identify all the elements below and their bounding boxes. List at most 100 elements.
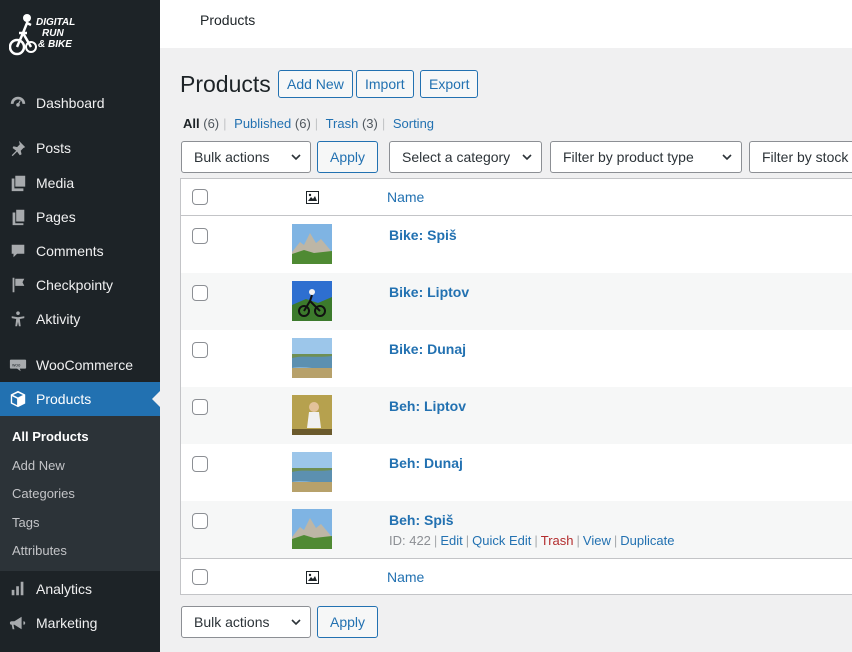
- submenu-all-products[interactable]: All Products: [0, 425, 160, 454]
- table-row: Beh: Liptov: [181, 387, 852, 444]
- digital-run-bike-logo[interactable]: DIGITAL RUN & BIKE: [9, 11, 79, 57]
- view-published-count: (6): [294, 116, 311, 131]
- product-name-link[interactable]: Beh: Spiš: [389, 512, 454, 528]
- apply-button-bottom[interactable]: Apply: [317, 606, 379, 638]
- view-all-link[interactable]: All: [183, 116, 200, 131]
- submenu-tags[interactable]: Tags: [0, 511, 160, 540]
- product-name-link[interactable]: Bike: Liptov: [389, 284, 469, 300]
- product-name-link[interactable]: Beh: Dunaj: [389, 455, 463, 471]
- table-footer: Name: [181, 558, 852, 595]
- row-checkbox[interactable]: [192, 285, 208, 301]
- comment-icon: [8, 241, 28, 261]
- product-name-link[interactable]: Beh: Liptov: [389, 398, 466, 414]
- row-action-separator: |: [433, 533, 438, 548]
- select-all-checkbox-footer[interactable]: [192, 569, 208, 585]
- pin-icon: [8, 138, 28, 158]
- river-photo[interactable]: [292, 452, 332, 492]
- select-all-checkbox[interactable]: [192, 189, 208, 205]
- row-checkbox[interactable]: [192, 399, 208, 415]
- products-submenu: All Products Add New Categories Tags Att…: [0, 416, 160, 571]
- stock-status-filter-select[interactable]: Filter by stock status: [749, 141, 852, 173]
- product-name-link[interactable]: Bike: Dunaj: [389, 341, 466, 357]
- row-checkbox[interactable]: [192, 513, 208, 529]
- duplicate-link[interactable]: Duplicate: [620, 533, 674, 548]
- products-table: Name Bike: Spiš Bike: Liptov Bike: Dunaj…: [180, 178, 852, 595]
- table-row: Bike: Liptov: [181, 273, 852, 330]
- apply-button-top[interactable]: Apply: [317, 141, 379, 173]
- row-checkbox[interactable]: [192, 456, 208, 472]
- admin-sidebar: DIGITAL RUN & BIKE Dashboard Posts Media…: [0, 0, 160, 652]
- chevron-down-icon: [291, 619, 301, 626]
- name-column-header[interactable]: Name: [387, 189, 424, 205]
- view-trash-link[interactable]: Trash: [326, 116, 359, 131]
- svg-text:& BIKE: & BIKE: [38, 39, 72, 50]
- sidebar-item-label: Posts: [36, 140, 72, 156]
- sidebar-item-media[interactable]: Media: [0, 166, 160, 200]
- export-button[interactable]: Export: [420, 70, 479, 98]
- view-published-link[interactable]: Published: [234, 116, 291, 131]
- submenu-add-new[interactable]: Add New: [0, 454, 160, 483]
- mountain-photo[interactable]: [292, 224, 332, 264]
- row-checkbox[interactable]: [192, 228, 208, 244]
- top-header-bar: Products: [160, 0, 852, 48]
- flag-icon: [8, 275, 28, 295]
- sidebar-item-aktivity[interactable]: Aktivity: [0, 302, 160, 336]
- status-filter-links: All (6) | Published (6) | Trash (3) | Sorti…: [183, 116, 434, 131]
- submenu-attributes[interactable]: Attributes: [0, 539, 160, 568]
- svg-text:RUN: RUN: [42, 28, 64, 39]
- sidebar-item-marketing[interactable]: Marketing: [0, 606, 160, 640]
- name-column-footer[interactable]: Name: [387, 569, 424, 585]
- pages-icon: [8, 207, 28, 227]
- edit-link[interactable]: Edit: [440, 533, 462, 548]
- chart-icon: [8, 579, 28, 599]
- row-action-separator: |: [576, 533, 580, 548]
- row-action-separator: |: [534, 533, 538, 548]
- sidebar-item-woocommerce[interactable]: woo WooCommerce: [0, 348, 160, 382]
- sidebar-item-products[interactable]: Products: [0, 382, 160, 416]
- table-row: Bike: Dunaj: [181, 330, 852, 387]
- bulk-actions-select-top[interactable]: Bulk actions: [181, 141, 311, 173]
- sidebar-item-label: Media: [36, 175, 75, 191]
- dashboard-icon: [8, 93, 28, 113]
- row-action-separator: |: [613, 533, 618, 548]
- sidebar-item-label: Analytics: [36, 581, 93, 597]
- quick-edit-link[interactable]: Quick Edit: [472, 533, 531, 548]
- sidebar-item-pages[interactable]: Pages: [0, 200, 160, 234]
- sidebar-item-comments[interactable]: Comments: [0, 234, 160, 268]
- add-new-button[interactable]: Add New: [278, 70, 353, 98]
- sidebar-item-checkpointy[interactable]: Checkpointy: [0, 268, 160, 302]
- sidebar-item-label: WooCommerce: [36, 357, 133, 373]
- runner-photo[interactable]: [292, 395, 332, 435]
- mountain-photo[interactable]: [292, 509, 332, 549]
- product-name-link[interactable]: Bike: Spiš: [389, 227, 457, 243]
- stock-status-filter-value: Filter by stock status: [762, 149, 852, 165]
- view-link[interactable]: View: [583, 533, 611, 548]
- category-filter-select[interactable]: Select a category: [389, 141, 542, 173]
- row-actions: ID: 422 | Edit | Quick Edit | Trash | View | Dupli…: [389, 533, 674, 548]
- svg-text:woo: woo: [12, 362, 21, 367]
- sidebar-item-posts[interactable]: Posts: [0, 131, 160, 165]
- bulk-actions-select-bottom[interactable]: Bulk actions: [181, 606, 311, 638]
- cyclist-photo[interactable]: [292, 281, 332, 321]
- chevron-down-icon: [291, 154, 301, 161]
- chevron-down-icon: [722, 154, 732, 161]
- chevron-down-icon: [522, 154, 532, 161]
- submenu-categories[interactable]: Categories: [0, 482, 160, 511]
- table-header: Name: [181, 179, 852, 216]
- row-action-separator: |: [465, 533, 470, 548]
- box-icon: [8, 389, 28, 409]
- sidebar-item-label: Checkpointy: [36, 277, 114, 293]
- sidebar-item-analytics[interactable]: Analytics: [0, 572, 160, 606]
- table-row: Beh: Spiš ID: 422 | Edit | Quick Edit | Trash |…: [181, 501, 852, 558]
- view-sorting-link[interactable]: Sorting: [393, 116, 434, 131]
- river-photo[interactable]: [292, 338, 332, 378]
- table-row: Beh: Dunaj: [181, 444, 852, 501]
- row-checkbox[interactable]: [192, 342, 208, 358]
- trash-link[interactable]: Trash: [541, 533, 574, 548]
- product-id: ID: 422: [389, 533, 431, 548]
- import-button[interactable]: Import: [356, 70, 414, 98]
- header-title: Products: [200, 12, 256, 28]
- sidebar-item-label: Aktivity: [36, 311, 81, 327]
- product-type-filter-select[interactable]: Filter by product type: [550, 141, 742, 173]
- sidebar-item-dashboard[interactable]: Dashboard: [0, 86, 160, 120]
